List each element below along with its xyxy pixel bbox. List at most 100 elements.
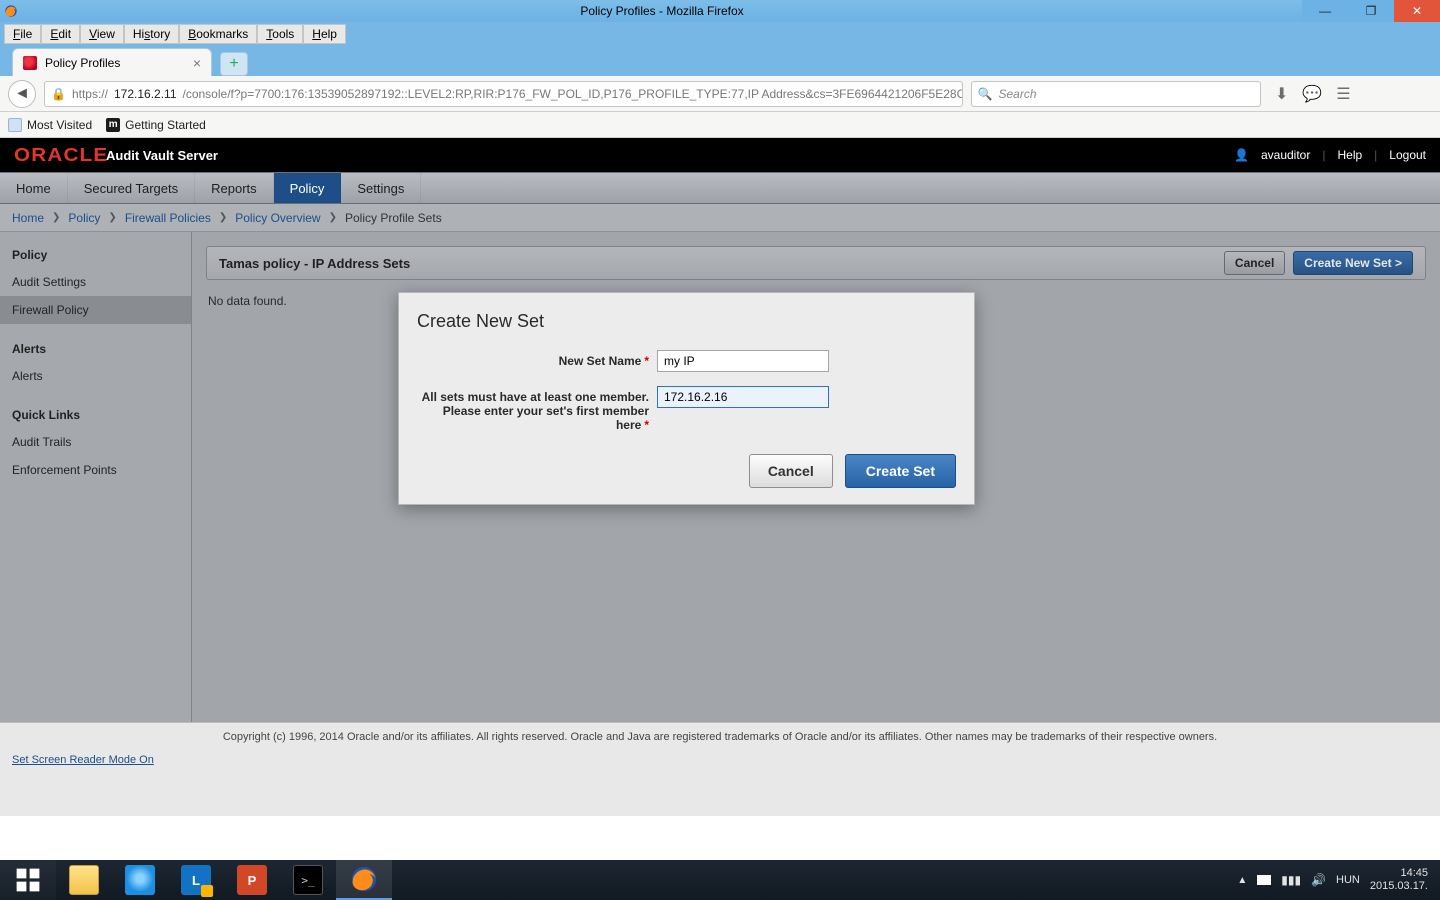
lock-icon: 🔒 xyxy=(51,87,66,101)
url-bar[interactable]: 🔒 https:// 172.16.2.11/console/f?p=7700:1… xyxy=(44,81,963,107)
panel-title: Tamas policy - IP Address Sets xyxy=(219,256,410,271)
menu-tools[interactable]: Tools xyxy=(257,24,303,44)
dialog-cancel-button[interactable]: Cancel xyxy=(749,454,833,488)
sidebar-item-enforcement-points[interactable]: Enforcement Points xyxy=(0,456,191,484)
blank-area xyxy=(0,774,1440,816)
dialog-create-set-button[interactable]: Create Set xyxy=(845,454,956,488)
dialog-title: Create New Set xyxy=(417,311,956,332)
panel-create-new-set-button[interactable]: Create New Set > xyxy=(1293,251,1413,275)
logout-link[interactable]: Logout xyxy=(1389,148,1426,162)
bookmark-most-visited[interactable]: Most Visited xyxy=(8,118,92,132)
taskbar-lync[interactable]: L xyxy=(168,860,224,900)
nav-settings[interactable]: Settings xyxy=(341,173,421,203)
chat-icon[interactable]: 💬 xyxy=(1302,84,1322,104)
bookmark-icon: m xyxy=(106,118,120,132)
menu-view[interactable]: View xyxy=(80,24,124,44)
bookmark-getting-started[interactable]: mGetting Started xyxy=(106,118,206,132)
sidebar-head-policy: Policy xyxy=(0,242,191,268)
tab-close-icon[interactable]: × xyxy=(193,55,201,71)
nav-home[interactable]: Home xyxy=(0,173,68,203)
url-host: 172.16.2.11 xyxy=(114,87,177,101)
sidebar-item-audit-settings[interactable]: Audit Settings xyxy=(0,268,191,296)
tab-favicon-icon xyxy=(23,56,37,70)
first-member-input[interactable] xyxy=(657,386,829,408)
firefox-menubar: File Edit View History Bookmarks Tools H… xyxy=(0,22,1440,46)
create-new-set-dialog: Create New Set New Set Name* All sets mu… xyxy=(398,292,975,505)
copyright-footer: Copyright (c) 1996, 2014 Oracle and/or i… xyxy=(0,722,1440,750)
tray-volume-icon[interactable]: 🔊 xyxy=(1311,873,1326,887)
taskbar-firefox[interactable] xyxy=(336,860,392,900)
new-set-name-input[interactable] xyxy=(657,350,829,372)
sidebar-item-firewall-policy[interactable]: Firewall Policy xyxy=(0,296,191,324)
menu-bookmarks[interactable]: Bookmarks xyxy=(179,24,257,44)
tab-title: Policy Profiles xyxy=(45,56,120,70)
tray-language[interactable]: HUN xyxy=(1336,874,1360,886)
window-minimize-button[interactable]: — xyxy=(1302,0,1348,22)
screen-reader-link[interactable]: Set Screen Reader Mode On xyxy=(12,754,154,766)
windows-taskbar: L P >_ ▲ ▮▮▮ 🔊 HUN 14:45 2015.03.17. xyxy=(0,860,1440,900)
search-bar[interactable]: 🔍 Search xyxy=(971,81,1261,107)
oracle-product: Audit Vault Server xyxy=(106,148,218,163)
user-name[interactable]: avauditor xyxy=(1261,148,1310,162)
firefox-taskbar-icon xyxy=(349,864,379,894)
search-placeholder: Search xyxy=(999,87,1037,101)
nav-policy[interactable]: Policy xyxy=(274,173,342,203)
panel-header: Tamas policy - IP Address Sets Cancel Cr… xyxy=(206,246,1426,280)
menu-edit[interactable]: Edit xyxy=(41,24,80,44)
first-member-label: All sets must have at least one member. … xyxy=(417,386,657,432)
menu-icon[interactable]: ☰ xyxy=(1336,84,1350,104)
taskbar-cmd[interactable]: >_ xyxy=(280,860,336,900)
crumb-overview[interactable]: Policy Overview xyxy=(235,211,320,225)
crumb-firewall[interactable]: Firewall Policies xyxy=(125,211,211,225)
taskbar-ie[interactable] xyxy=(112,860,168,900)
crumb-leaf: Policy Profile Sets xyxy=(345,211,442,225)
ie-icon xyxy=(125,865,155,895)
reader-mode-bar: Set Screen Reader Mode On xyxy=(0,750,1440,774)
sidebar-item-alerts[interactable]: Alerts xyxy=(0,362,191,390)
bookmarks-bar: Most Visited mGetting Started xyxy=(0,112,1440,138)
url-scheme: https:// xyxy=(72,87,108,101)
oracle-logo: ORACLE xyxy=(14,145,108,166)
new-set-name-label: New Set Name* xyxy=(417,350,657,368)
lync-icon: L xyxy=(181,865,211,895)
new-tab-button[interactable]: + xyxy=(220,52,248,76)
sidebar-head-quick-links: Quick Links xyxy=(0,402,191,428)
oracle-banner: ORACLE Audit Vault Server 👤 avauditor | … xyxy=(0,138,1440,172)
window-maximize-button[interactable]: ❐ xyxy=(1348,0,1394,22)
start-button[interactable] xyxy=(0,860,56,900)
menu-help[interactable]: Help xyxy=(303,24,346,44)
menu-history[interactable]: History xyxy=(124,24,179,44)
user-icon: 👤 xyxy=(1234,148,1249,162)
sidebar-item-audit-trails[interactable]: Audit Trails xyxy=(0,428,191,456)
tray-network-icon[interactable]: ▮▮▮ xyxy=(1281,873,1301,887)
tray-date: 2015.03.17. xyxy=(1370,880,1428,893)
search-icon: 🔍 xyxy=(978,87,993,101)
help-link[interactable]: Help xyxy=(1337,148,1362,162)
browser-tab[interactable]: Policy Profiles × xyxy=(12,48,212,76)
copyright-text: Copyright (c) 1996, 2014 Oracle and/or i… xyxy=(223,731,1217,743)
powerpoint-icon: P xyxy=(237,865,267,895)
back-button[interactable]: ◄ xyxy=(8,80,36,108)
breadcrumb: Home❯ Policy❯ Firewall Policies❯ Policy … xyxy=(0,204,1440,232)
menu-file[interactable]: File xyxy=(4,24,41,44)
tray-overflow-icon[interactable]: ▲ xyxy=(1237,875,1247,886)
nav-secured-targets[interactable]: Secured Targets xyxy=(68,173,195,203)
firefox-icon xyxy=(0,4,22,18)
crumb-policy[interactable]: Policy xyxy=(68,211,100,225)
url-path: /console/f?p=7700:176:13539052897192::LE… xyxy=(183,87,963,101)
oracle-nav: Home Secured Targets Reports Policy Sett… xyxy=(0,172,1440,204)
taskbar-explorer[interactable] xyxy=(56,860,112,900)
downloads-icon[interactable]: ⬇ xyxy=(1275,84,1288,104)
firefox-navbar: ◄ 🔒 https:// 172.16.2.11/console/f?p=7700… xyxy=(0,76,1440,112)
file-explorer-icon xyxy=(69,865,99,895)
panel-cancel-button[interactable]: Cancel xyxy=(1224,251,1285,275)
window-close-button[interactable]: ✕ xyxy=(1394,0,1440,22)
bookmark-icon xyxy=(8,118,22,132)
taskbar-powerpoint[interactable]: P xyxy=(224,860,280,900)
cmd-icon: >_ xyxy=(293,865,323,895)
nav-reports[interactable]: Reports xyxy=(195,173,274,203)
windows-titlebar: Policy Profiles - Mozilla Firefox — ❐ ✕ xyxy=(0,0,1440,22)
crumb-home[interactable]: Home xyxy=(12,211,44,225)
tray-clock[interactable]: 14:45 2015.03.17. xyxy=(1370,867,1434,893)
tray-flag-icon[interactable] xyxy=(1257,875,1271,885)
